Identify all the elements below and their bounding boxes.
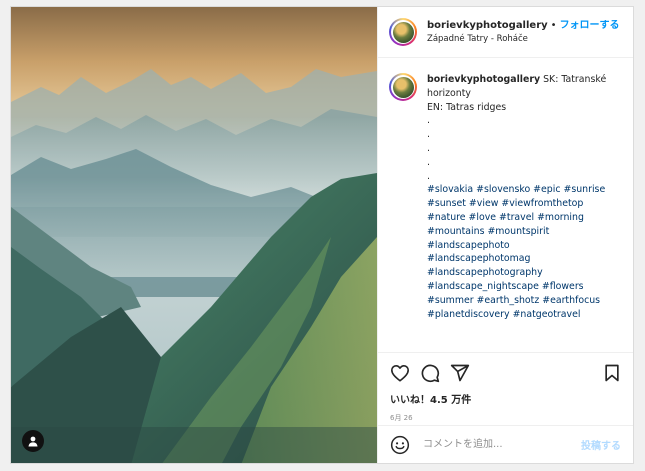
add-comment-bar: 投稿する xyxy=(378,425,633,463)
hashtag-line[interactable]: #nature #love #travel #morning xyxy=(427,211,625,225)
header-row: borievkyphotogallery • フォローする xyxy=(427,20,620,32)
hashtag-line[interactable]: #landscape_nightscape #flowers xyxy=(427,280,625,294)
hashtag-line[interactable]: #landscapephoto xyxy=(427,239,625,253)
header-text: borievkyphotogallery • フォローする Západné Tatr… xyxy=(427,20,620,44)
comments-area: borievkyphotogallery SK: Tatranské horiz… xyxy=(378,58,633,353)
location-link[interactable]: Západné Tatry - Roháče xyxy=(427,34,620,44)
hashtag-line[interactable]: #planetdiscovery #natgeotravel xyxy=(427,308,625,322)
hashtag-line[interactable]: #slovakia #slovensko #epic #sunrise xyxy=(427,183,625,197)
separator-dot: • xyxy=(550,19,557,31)
caption-username[interactable]: borievkyphotogallery xyxy=(427,74,540,85)
smiley-icon[interactable] xyxy=(389,434,411,456)
hashtag-line[interactable]: #sunset #view #viewfromthetop xyxy=(427,197,625,211)
profile-avatar[interactable] xyxy=(389,18,417,46)
caption-first-line: borievkyphotogallery SK: Tatranské horiz… xyxy=(427,73,625,101)
comment-icon[interactable] xyxy=(419,362,441,384)
caption-line: . xyxy=(427,170,430,182)
avatar-image xyxy=(392,76,414,98)
post-date: 6月 26 xyxy=(390,414,413,422)
caption-avatar[interactable] xyxy=(389,73,417,101)
comment-input[interactable] xyxy=(421,438,581,451)
post-comment-button[interactable]: 投稿する xyxy=(581,437,621,452)
post-sidebar: borievkyphotogallery • フォローする Západné Tatr… xyxy=(377,7,633,463)
post-photo[interactable] xyxy=(11,7,377,463)
caption-line: . xyxy=(427,142,430,154)
avatar-ring xyxy=(391,75,415,99)
follow-button[interactable]: フォローする xyxy=(560,20,620,31)
caption-line: . xyxy=(427,129,430,141)
hashtag-line[interactable]: #mountains #mountspirit xyxy=(427,225,625,239)
avatar-image xyxy=(392,21,414,43)
caption-text: borievkyphotogallery SK: Tatranské horiz… xyxy=(427,73,625,352)
username-link[interactable]: borievkyphotogallery xyxy=(427,20,548,31)
avatar-ring xyxy=(391,20,415,44)
heart-icon[interactable] xyxy=(389,362,411,384)
like-count[interactable]: いいね！4.5 万件 xyxy=(378,393,633,409)
post-header: borievkyphotogallery • フォローする Západné Tatr… xyxy=(378,7,633,58)
hashtag-line[interactable]: #landscapephotomag xyxy=(427,252,625,266)
caption-line: EN: Tatras ridges xyxy=(427,101,507,113)
instagram-post: borievkyphotogallery • フォローする Západné Tatr… xyxy=(10,6,634,464)
hashtag-line[interactable]: #summer #earth_shotz #earthfocus xyxy=(427,294,625,308)
mountain-landscape-image xyxy=(11,7,377,463)
hashtag-line[interactable]: #landscapephotography xyxy=(427,266,625,280)
caption-line: . xyxy=(427,156,430,168)
bookmark-icon[interactable] xyxy=(601,362,623,384)
action-bar xyxy=(378,353,633,393)
caption-line: . xyxy=(427,115,430,127)
user-tag-icon[interactable] xyxy=(22,430,44,452)
person-icon xyxy=(28,436,38,447)
paper-plane-icon[interactable] xyxy=(449,362,471,384)
